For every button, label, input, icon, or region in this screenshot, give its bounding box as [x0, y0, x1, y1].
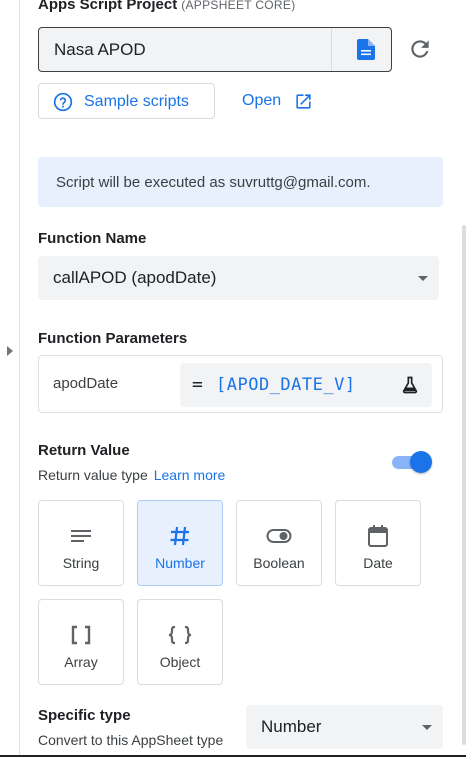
text-lines-icon	[68, 523, 94, 549]
calendar-icon	[365, 523, 391, 549]
project-value: Nasa APOD	[54, 40, 146, 59]
scrollbar[interactable]	[458, 0, 466, 757]
function-name-value: callAPOD (apodDate)	[53, 268, 217, 287]
project-field[interactable]: Nasa APOD	[38, 27, 392, 72]
return-value-sub: Return value type Learn more	[38, 467, 225, 483]
type-label: Date	[363, 555, 393, 571]
learn-more-link[interactable]: Learn more	[154, 467, 226, 483]
type-label: Boolean	[253, 555, 305, 571]
toggle-icon	[266, 523, 292, 549]
field-divider	[331, 28, 332, 71]
sample-scripts-button[interactable]: Sample scripts	[38, 83, 215, 119]
open-label: Open	[242, 92, 282, 109]
function-name-label: Function Name	[38, 230, 147, 247]
type-card-number[interactable]: Number	[137, 500, 223, 586]
project-label-sub: (APPSHEET CORE)	[181, 0, 296, 12]
project-label-text: Apps Script Project	[38, 0, 178, 13]
equals-sign: =	[192, 374, 203, 395]
scrollbar-thumb[interactable]	[462, 225, 466, 745]
param-expression-field[interactable]: = [APOD_DATE_V]	[180, 363, 432, 407]
sample-scripts-label: Sample scripts	[84, 93, 189, 110]
return-value-label: Return Value	[38, 442, 130, 459]
specific-type-label: Specific type	[38, 707, 131, 724]
open-in-new-icon	[296, 94, 311, 109]
brackets-icon	[68, 622, 94, 648]
flask-icon[interactable]	[400, 375, 420, 395]
return-value-toggle[interactable]	[390, 450, 434, 474]
function-params-label: Function Parameters	[38, 330, 188, 347]
type-label: Number	[155, 555, 205, 571]
specific-type-select[interactable]: Number	[246, 705, 443, 749]
function-params-box: apodDate = [APOD_DATE_V]	[38, 355, 443, 413]
type-card-boolean[interactable]: Boolean	[236, 500, 322, 586]
type-card-string[interactable]: String	[38, 500, 124, 586]
toggle-knob	[410, 451, 432, 473]
return-value-type-text: Return value type	[38, 467, 148, 483]
google-doc-icon[interactable]	[357, 39, 375, 60]
chevron-down-icon	[422, 725, 432, 730]
type-label: String	[62, 555, 100, 571]
info-banner: Script will be executed as suvruttg@gmai…	[38, 157, 443, 207]
function-name-select[interactable]: callAPOD (apodDate)	[38, 256, 439, 300]
chevron-down-icon	[418, 276, 428, 281]
help-circle-icon	[53, 92, 73, 112]
type-card-object[interactable]: Object	[137, 599, 223, 685]
braces-icon	[167, 622, 193, 648]
info-text: Script will be executed as suvruttg@gmai…	[56, 174, 371, 191]
specific-type-value: Number	[261, 717, 322, 736]
expand-arrow-icon[interactable]	[7, 346, 13, 356]
type-card-date[interactable]: Date	[335, 500, 421, 586]
specific-type-sub: Convert to this AppSheet type	[38, 732, 224, 748]
left-rail	[0, 0, 20, 757]
param-name: apodDate	[53, 375, 119, 392]
script-settings-panel: Apps Script Project (APPSHEET CORE) Nasa …	[20, 0, 458, 757]
refresh-icon[interactable]	[407, 36, 433, 62]
type-card-array[interactable]: Array	[38, 599, 124, 685]
hash-icon	[167, 523, 193, 549]
param-expression: [APOD_DATE_V]	[216, 375, 356, 395]
type-label: Object	[159, 654, 201, 670]
type-label: Array	[64, 654, 98, 670]
project-label: Apps Script Project (APPSHEET CORE)	[38, 0, 296, 13]
